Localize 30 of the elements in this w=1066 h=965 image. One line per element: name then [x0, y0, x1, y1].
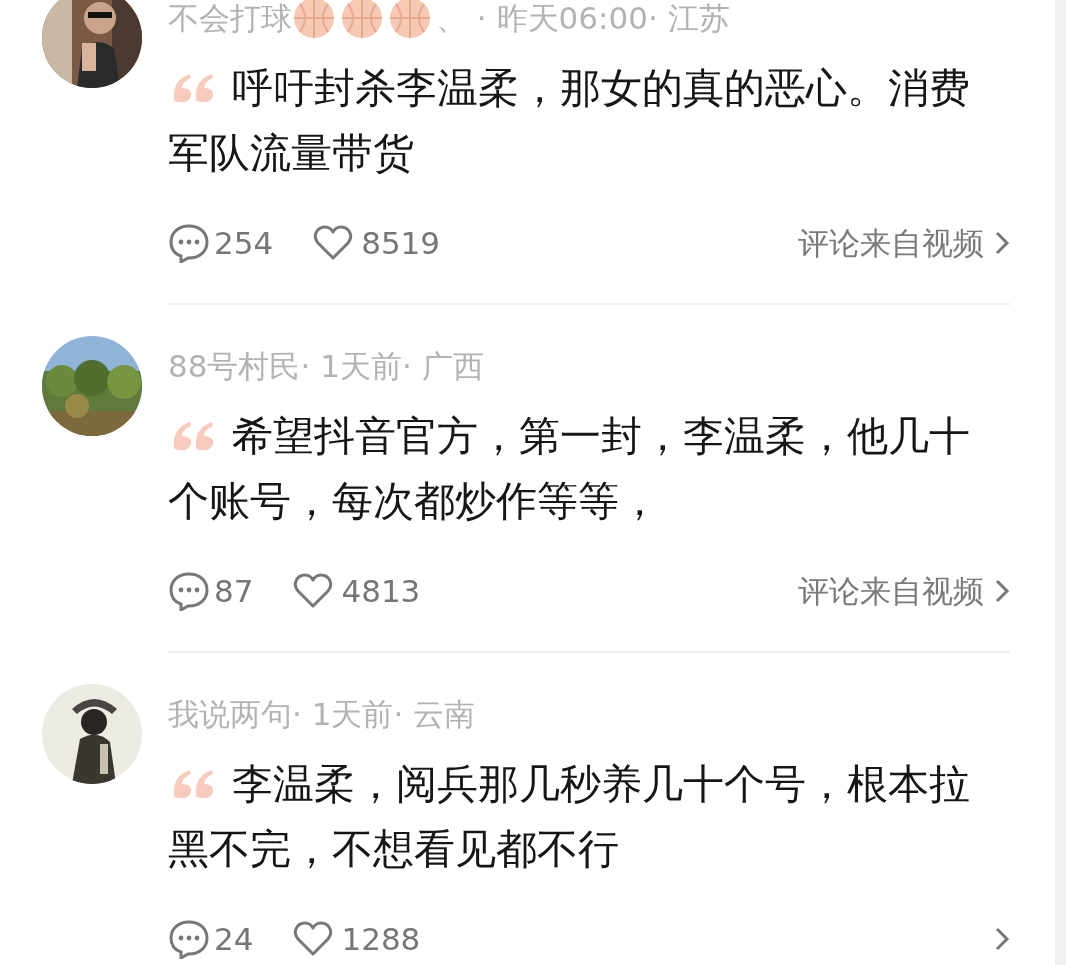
- author-name: 我说两句: [168, 695, 292, 734]
- basketball-icon: [292, 0, 336, 40]
- comment-icon: [168, 919, 210, 959]
- comment-text: 希望抖音官方，第一封，李温柔，他几十个账号，每次都炒作等等，: [168, 411, 971, 527]
- comment-text: 呼吁封杀李温柔，那女的真的恶心。消费军队流量带货: [168, 63, 971, 179]
- like-count: 8519: [361, 223, 441, 263]
- comment-icon: [168, 223, 210, 263]
- reply-count: 24: [214, 919, 254, 959]
- author-name: 88号村民: [168, 347, 301, 386]
- basketball-icon: [388, 0, 432, 40]
- comment-meta: · 1天前· 广西: [300, 347, 484, 386]
- like-count: 4813: [341, 571, 421, 611]
- heart-icon: [293, 573, 334, 609]
- source-link[interactable]: 评论来自视频: [798, 219, 1010, 267]
- reply-count: 87: [214, 571, 254, 611]
- author-name: 不会打球: [168, 0, 292, 38]
- comment-text: 李温柔，阅兵那几秒养几十个号，根本拉黑不完，不想看见都不行: [168, 759, 971, 875]
- comment-icon: [168, 571, 210, 611]
- heart-icon: [313, 225, 354, 261]
- reply-count: 254: [214, 223, 274, 263]
- chevron-right-icon: [994, 926, 1010, 952]
- basketball-icon: [340, 0, 384, 40]
- source-link[interactable]: [994, 926, 1010, 952]
- like-count: 1288: [341, 919, 421, 959]
- chevron-right-icon: [994, 230, 1010, 256]
- comment-meta: 、 · 昨天06:00· 江苏: [436, 0, 730, 38]
- comment-meta: · 1天前· 云南: [292, 695, 476, 734]
- heart-icon: [293, 921, 334, 957]
- source-link[interactable]: 评论来自视频: [798, 567, 1010, 615]
- chevron-right-icon: [994, 578, 1010, 604]
